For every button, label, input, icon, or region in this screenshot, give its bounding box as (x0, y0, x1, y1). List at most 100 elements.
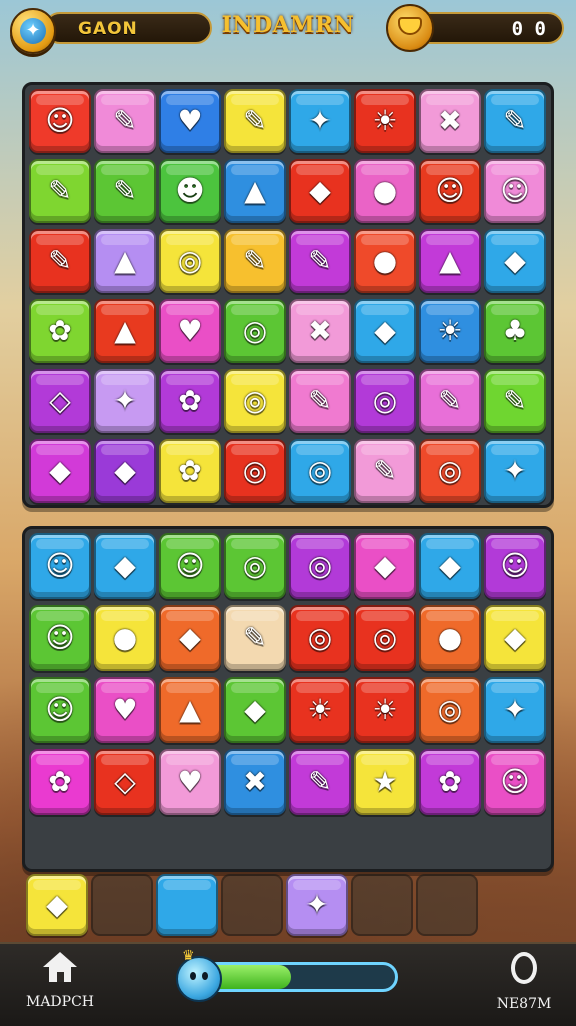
home-button[interactable]: MADPCH (24, 952, 96, 1010)
upper-tile-r5-c6[interactable]: ◎ (419, 439, 481, 503)
upper-tile-r3-c5[interactable]: ◆ (354, 299, 416, 363)
tile-symbol-icon: ◆ (49, 454, 71, 487)
upper-tile-r0-c6[interactable]: ✖ (419, 89, 481, 153)
upper-tile-r0-c7[interactable]: ✎ (484, 89, 546, 153)
lower-tile-r3-c4[interactable]: ✎ (289, 749, 351, 815)
lower-tile-r0-c3[interactable]: ◎ (224, 533, 286, 599)
lower-tile-r2-c3[interactable]: ◆ (224, 677, 286, 743)
lower-tile-r0-c2[interactable]: ☺ (159, 533, 221, 599)
tile-symbol-icon: ★ (372, 765, 398, 798)
lower-tile-r1-c3[interactable]: ✎ (224, 605, 286, 671)
lower-tile-r3-c3[interactable]: ✖ (224, 749, 286, 815)
lower-board-grid: ☺ ◆ ☺ ◎ ◎ ◆ ◆ ☺ ☺ ● ◆ ✎ ◎ ◎ ● ◆ ☺ ♥ ▲ ◆ ☀ ☀ ◎ ✦ ✿ ◇ ♥ ✖ ✎ ★ ✿ ☺ (29, 533, 546, 815)
lower-tile-r3-c2[interactable]: ♥ (159, 749, 221, 815)
upper-tile-r5-c5[interactable]: ✎ (354, 439, 416, 503)
lower-tile-r1-c0[interactable]: ☺ (29, 605, 91, 671)
tile-symbol-icon: ✎ (503, 384, 527, 417)
upper-tile-r1-c3[interactable]: ▲ (224, 159, 286, 223)
upper-tile-r1-c1[interactable]: ✎ (94, 159, 156, 223)
lower-tile-r0-c6[interactable]: ◆ (419, 533, 481, 599)
tile-symbol-icon: ◎ (242, 384, 268, 417)
upper-tile-r2-c7[interactable]: ◆ (484, 229, 546, 293)
lower-tile-r1-c1[interactable]: ● (94, 605, 156, 671)
upper-tile-r2-c1[interactable]: ▲ (94, 229, 156, 293)
lower-tile-r2-c0[interactable]: ☺ (29, 677, 91, 743)
upper-tile-r2-c3[interactable]: ✎ (224, 229, 286, 293)
trophy-button[interactable] (386, 4, 434, 52)
upper-tile-r0-c0[interactable]: ☺ (29, 89, 91, 153)
upper-tile-r3-c1[interactable]: ▲ (94, 299, 156, 363)
upper-tile-r1-c5[interactable]: ● (354, 159, 416, 223)
lower-tile-r1-c4[interactable]: ◎ (289, 605, 351, 671)
lower-tile-r3-c6[interactable]: ✿ (419, 749, 481, 815)
upper-tile-r3-c6[interactable]: ☀ (419, 299, 481, 363)
lower-tile-r1-c6[interactable]: ● (419, 605, 481, 671)
upper-tile-r5-c1[interactable]: ◆ (94, 439, 156, 503)
lower-tile-r3-c0[interactable]: ✿ (29, 749, 91, 815)
lower-tile-r0-c0[interactable]: ☺ (29, 533, 91, 599)
upper-tile-r1-c4[interactable]: ◆ (289, 159, 351, 223)
lower-tile-r1-c7[interactable]: ◆ (484, 605, 546, 671)
tile-symbol-icon: ☀ (307, 693, 333, 726)
upper-tile-r3-c4[interactable]: ✖ (289, 299, 351, 363)
top-bar: GAON ✦ INDAMRN 0 0 (0, 0, 576, 60)
upper-tile-r2-c2[interactable]: ◎ (159, 229, 221, 293)
lower-tile-r1-c5[interactable]: ◎ (354, 605, 416, 671)
tile-symbol-icon: ☺ (500, 549, 530, 582)
upper-tile-r0-c2[interactable]: ♥ (159, 89, 221, 153)
upper-tile-r4-c3[interactable]: ◎ (224, 369, 286, 433)
upper-tile-r0-c5[interactable]: ☀ (354, 89, 416, 153)
upper-tile-r2-c4[interactable]: ✎ (289, 229, 351, 293)
upper-tile-r4-c6[interactable]: ✎ (419, 369, 481, 433)
upper-tile-r3-c0[interactable]: ✿ (29, 299, 91, 363)
upper-tile-r2-c6[interactable]: ▲ (419, 229, 481, 293)
lower-tile-r0-c7[interactable]: ☺ (484, 533, 546, 599)
upper-tile-r4-c7[interactable]: ✎ (484, 369, 546, 433)
tray-slot-4[interactable]: ✦ (286, 874, 348, 936)
lower-tile-r3-c5[interactable]: ★ (354, 749, 416, 815)
lower-tile-r1-c2[interactable]: ◆ (159, 605, 221, 671)
lower-tile-r2-c4[interactable]: ☀ (289, 677, 351, 743)
lower-tile-r0-c4[interactable]: ◎ (289, 533, 351, 599)
upper-tile-r5-c0[interactable]: ◆ (29, 439, 91, 503)
lower-tile-r0-c1[interactable]: ◆ (94, 533, 156, 599)
tray-slot-2[interactable] (156, 874, 218, 936)
upper-tile-r5-c7[interactable]: ✦ (484, 439, 546, 503)
tray-slot-0[interactable]: ◆ (26, 874, 88, 936)
upper-tile-r3-c3[interactable]: ◎ (224, 299, 286, 363)
upper-tile-r4-c1[interactable]: ✦ (94, 369, 156, 433)
upper-tile-r0-c3[interactable]: ✎ (224, 89, 286, 153)
lower-tile-r0-c5[interactable]: ◆ (354, 533, 416, 599)
upper-tile-r1-c6[interactable]: ☺ (419, 159, 481, 223)
lower-tile-r2-c6[interactable]: ◎ (419, 677, 481, 743)
upper-tile-r2-c5[interactable]: ● (354, 229, 416, 293)
lower-tile-r2-c1[interactable]: ♥ (94, 677, 156, 743)
lower-tile-r2-c2[interactable]: ▲ (159, 677, 221, 743)
tile-symbol-icon: ♥ (112, 693, 138, 726)
lower-tile-r3-c1[interactable]: ◇ (94, 749, 156, 815)
upper-tile-r1-c2[interactable]: ☻ (159, 159, 221, 223)
lower-tile-r2-c5[interactable]: ☀ (354, 677, 416, 743)
upper-tile-r2-c0[interactable]: ✎ (29, 229, 91, 293)
profile-button[interactable]: NE87M (484, 952, 564, 1012)
upper-tile-r4-c2[interactable]: ✿ (159, 369, 221, 433)
tray-slot-1 (91, 874, 153, 936)
upper-tile-r5-c3[interactable]: ◎ (224, 439, 286, 503)
upper-tile-r1-c0[interactable]: ✎ (29, 159, 91, 223)
upper-tile-r3-c2[interactable]: ♥ (159, 299, 221, 363)
tile-symbol-icon: ✎ (308, 384, 332, 417)
menu-button[interactable]: ✦ (10, 8, 56, 54)
upper-tile-r4-c4[interactable]: ✎ (289, 369, 351, 433)
upper-tile-r1-c7[interactable]: ☺ (484, 159, 546, 223)
lower-tile-r2-c7[interactable]: ✦ (484, 677, 546, 743)
upper-tile-r3-c7[interactable]: ♣ (484, 299, 546, 363)
upper-tile-r4-c5[interactable]: ◎ (354, 369, 416, 433)
upper-tile-r0-c1[interactable]: ✎ (94, 89, 156, 153)
lower-tile-r3-c7[interactable]: ☺ (484, 749, 546, 815)
upper-tile-r5-c4[interactable]: ◎ (289, 439, 351, 503)
upper-tile-r0-c4[interactable]: ✦ (289, 89, 351, 153)
tile-symbol-icon: ◆ (179, 621, 201, 654)
upper-tile-r4-c0[interactable]: ◇ (29, 369, 91, 433)
tile-symbol-icon: ☀ (372, 104, 398, 137)
upper-tile-r5-c2[interactable]: ✿ (159, 439, 221, 503)
